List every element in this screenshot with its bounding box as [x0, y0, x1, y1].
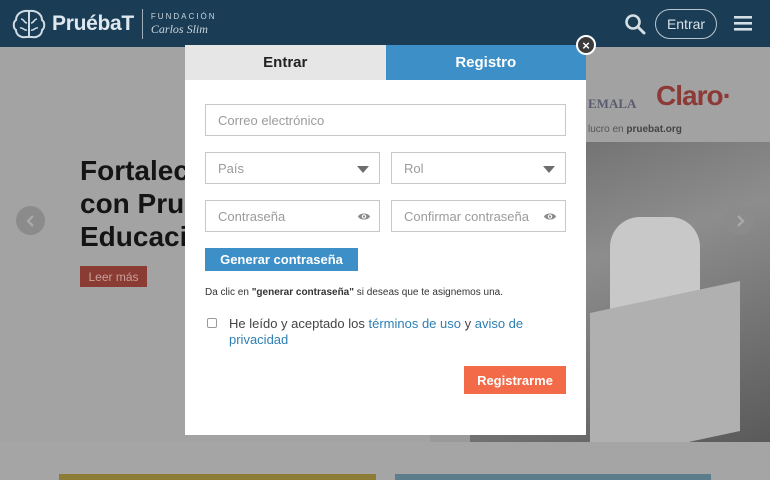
register-modal: Entrar Registro Correo electrónico País …	[185, 45, 586, 435]
read-more-button[interactable]: Leer más	[80, 266, 147, 287]
terms-prefix: He leído y aceptado los	[229, 316, 369, 331]
tab-register[interactable]: Registro	[385, 45, 586, 80]
hint-prefix: Da clic en	[205, 287, 252, 298]
menu-icon[interactable]	[733, 13, 753, 33]
tab-login[interactable]: Entrar	[185, 45, 386, 80]
terms-checkbox[interactable]	[207, 318, 217, 328]
divider	[141, 9, 143, 39]
sponsor-text: lucro en pruebat.org	[588, 124, 682, 135]
login-button[interactable]: Entrar	[655, 9, 717, 39]
sponsor-claro: Claro·	[656, 80, 732, 111]
country-value: País	[218, 160, 245, 176]
foundation-line2: Carlos Slim	[150, 22, 208, 36]
privacy-link-part1[interactable]: aviso de	[475, 316, 523, 331]
role-select[interactable]: Rol	[391, 152, 566, 184]
slider-next-button[interactable]	[725, 206, 754, 235]
caret-down-icon	[357, 166, 369, 173]
generate-hint: Da clic en "generar contraseña" si desea…	[205, 287, 503, 298]
generate-password-button[interactable]: Generar contraseña	[205, 248, 358, 271]
privacy-link-part2[interactable]: privacidad	[229, 332, 288, 347]
brand-name: PruébaT	[52, 12, 134, 35]
sponsor-guatemala: EMALA	[588, 96, 637, 111]
confirm-password-field[interactable]: Confirmar contraseña	[391, 200, 566, 232]
caret-down-icon	[543, 166, 555, 173]
chevron-right-icon	[736, 214, 745, 227]
hint-bold: "generar contraseña"	[251, 287, 354, 298]
sponsor-site: pruebat.org	[626, 124, 682, 135]
password-field[interactable]: Contraseña	[205, 200, 380, 232]
logo[interactable]: PruébaT FUNDACIÓN Carlos Slim	[12, 8, 216, 40]
foundation-line1: FUNDACIÓN	[150, 12, 217, 21]
password-placeholder: Contraseña	[218, 208, 286, 224]
chevron-left-icon	[25, 214, 34, 227]
eye-icon[interactable]	[543, 211, 557, 222]
terms-link[interactable]: términos de uso	[368, 316, 461, 331]
brain-logo-icon	[12, 9, 46, 39]
confirm-placeholder: Confirmar contraseña	[404, 208, 529, 224]
card-right	[395, 474, 711, 480]
hint-suffix: si deseas que te asignemos una.	[354, 287, 503, 298]
modal-tabs: Entrar Registro	[185, 45, 586, 80]
email-field[interactable]: Correo electrónico	[205, 104, 566, 136]
country-select[interactable]: País	[205, 152, 380, 184]
site-header: PruébaT FUNDACIÓN Carlos Slim Entrar	[0, 0, 770, 47]
slider-prev-button[interactable]	[16, 206, 45, 235]
close-icon[interactable]: ×	[576, 35, 596, 55]
terms-and: y	[460, 316, 475, 331]
search-icon[interactable]	[623, 12, 647, 36]
card-left	[59, 474, 376, 480]
sponsor-text-prefix: lucro en	[588, 124, 624, 135]
role-value: Rol	[404, 160, 424, 176]
eye-icon[interactable]	[357, 211, 371, 222]
terms-text: He leído y aceptado los términos de uso …	[229, 316, 549, 348]
foundation-logo: FUNDACIÓN Carlos Slim	[150, 12, 217, 36]
register-button[interactable]: Registrarme	[464, 366, 566, 394]
